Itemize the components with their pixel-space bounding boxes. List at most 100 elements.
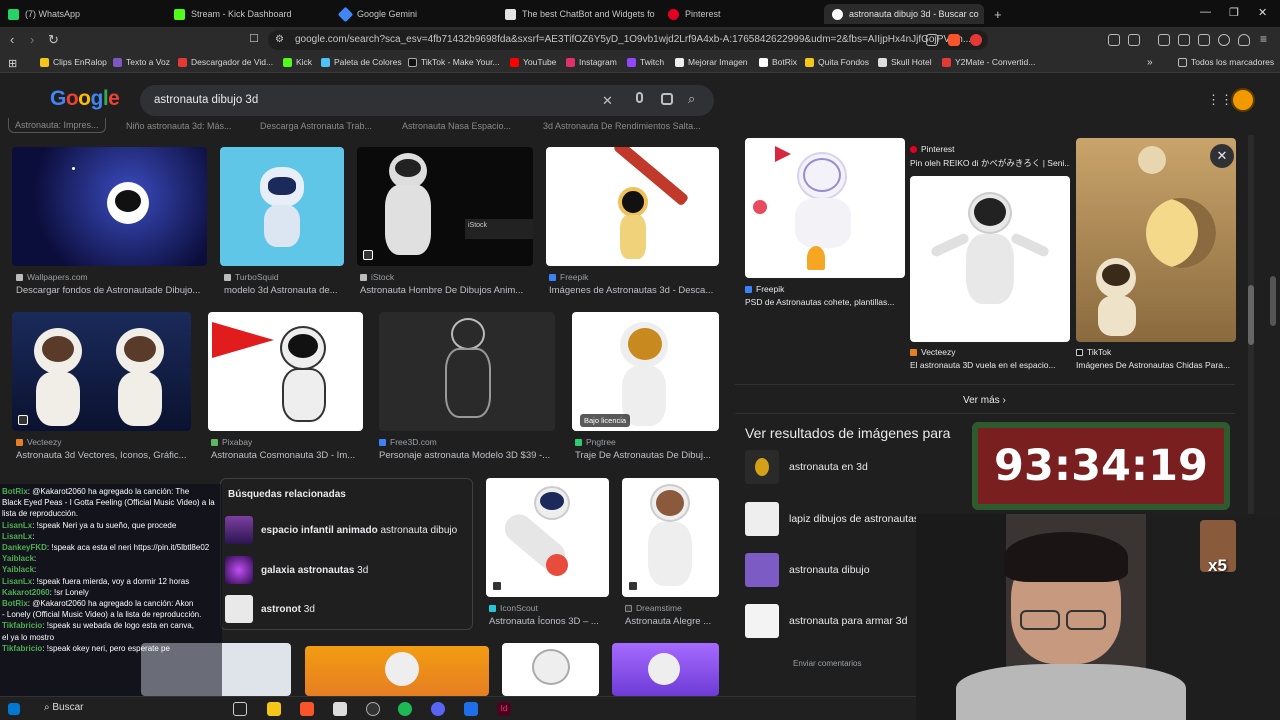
brave-shield-icon[interactable] (948, 34, 960, 46)
wallet-icon[interactable] (1198, 34, 1210, 46)
result-image[interactable] (612, 643, 719, 696)
result-title[interactable]: Imágenes de Astronautas 3d - Desca... (549, 285, 719, 296)
app-icon[interactable] (464, 702, 478, 716)
share-icon[interactable] (926, 34, 938, 46)
discord-icon[interactable] (431, 702, 445, 716)
avatar[interactable] (1231, 88, 1255, 112)
result-source[interactable]: iStock (360, 272, 394, 282)
panel-image[interactable] (745, 138, 905, 278)
suggestion-item[interactable]: astronauta para armar 3d (745, 604, 907, 638)
bookmark-item[interactable]: Twitch (627, 57, 664, 67)
close-panel-button[interactable]: ✕ (1210, 144, 1234, 168)
cut-title[interactable]: Astronauta: Impres... (8, 118, 106, 133)
panel-source[interactable]: TikTok (1076, 347, 1111, 357)
result-source[interactable]: Freepik (549, 272, 588, 282)
result-title[interactable]: Astronauta Cosmonauta 3D - Im... (211, 450, 363, 461)
clear-search-icon[interactable]: ✕ (602, 93, 613, 109)
bookmark-item[interactable]: Texto a Voz (113, 57, 170, 67)
apps-grid-icon[interactable]: ⊞ (8, 57, 17, 70)
bookmark-item[interactable]: Y2Mate - Convertid... (942, 57, 1035, 67)
panel-image[interactable] (910, 176, 1070, 342)
spotify-icon[interactable] (398, 702, 412, 716)
result-title[interactable]: Astronauta Alegre ... (625, 616, 719, 627)
bookmark-item[interactable]: YouTube (510, 57, 556, 67)
result-title[interactable]: modelo 3d Astronauta de... (224, 285, 344, 296)
panel-title[interactable]: PSD de Astronautas cohete, plantillas... (745, 297, 905, 307)
suggestion-item[interactable]: astronauta dibujo (745, 553, 870, 587)
suggestion-item[interactable]: lapiz dibujos de astronautas (745, 502, 919, 536)
result-source[interactable]: Pngtree (575, 437, 616, 447)
obs-icon[interactable] (366, 702, 380, 716)
sidebar-icon[interactable] (1178, 34, 1190, 46)
related-item[interactable]: espacio infantil animado astronauta dibu… (225, 516, 470, 544)
tab-gemini[interactable]: Google Gemini (332, 4, 492, 24)
vpn-icon[interactable] (1218, 34, 1230, 46)
result-image[interactable] (622, 478, 719, 597)
search-input[interactable]: astronauta dibujo 3d (140, 85, 714, 116)
tab-chatbot[interactable]: The best ChatBot and Widgets fo (497, 4, 657, 24)
panel-title[interactable]: Imágenes De Astronautas Chidas Para... (1076, 360, 1236, 370)
reload-icon[interactable]: ↻ (48, 32, 59, 48)
result-title[interactable]: Traje De Astronautas De Dibuj... (575, 450, 719, 461)
related-item[interactable]: galaxia astronautas 3d (225, 556, 470, 584)
screenshot-icon[interactable] (1128, 34, 1140, 46)
new-tab-button[interactable]: + (986, 4, 1006, 24)
result-image[interactable] (486, 478, 609, 597)
bookmark-icon[interactable]: ☐ (249, 32, 259, 45)
bookmark-item[interactable]: Kick (283, 57, 312, 67)
bookmark-item[interactable]: Quita Fondos (805, 57, 869, 67)
result-image[interactable]: iStock (357, 147, 533, 266)
site-info-icon[interactable]: ⚙ (275, 34, 284, 45)
license-badge[interactable]: Bajo licencia (580, 414, 631, 427)
extensions-icon[interactable] (1108, 34, 1120, 46)
tab-google-search[interactable]: astronauta dibujo 3d - Buscar co✕ (824, 4, 984, 24)
result-source[interactable]: TurboSquid (224, 272, 279, 282)
result-source[interactable]: Wallpapers.com (16, 272, 88, 282)
result-image[interactable]: Bajo licencia (572, 312, 719, 431)
panel-title[interactable]: El astronauta 3D vuela en el espacio... (910, 360, 1070, 370)
brave-rewards-icon[interactable] (970, 34, 982, 46)
result-source[interactable]: Free3D.com (379, 437, 437, 447)
tab-kick[interactable]: Stream - Kick Dashboard (166, 4, 326, 24)
bookmark-item[interactable]: Mejorar Imagen (675, 57, 748, 67)
bookmark-item[interactable]: Descargador de Vid... (178, 57, 273, 67)
forward-icon[interactable]: › (30, 32, 34, 47)
indesign-icon[interactable]: Id (497, 702, 511, 716)
back-icon[interactable]: ‹ (10, 32, 14, 47)
result-source[interactable]: Vecteezy (16, 437, 62, 447)
task-view-icon[interactable] (233, 702, 247, 716)
store-icon[interactable] (333, 702, 347, 716)
address-bar[interactable]: google.com/search?sca_esv=4fb71432b9698f… (268, 30, 988, 50)
google-logo[interactable]: Google (50, 87, 120, 111)
panel-source[interactable]: Freepik (745, 284, 784, 294)
result-image[interactable] (12, 147, 207, 266)
more-bookmarks-icon[interactable]: » (1147, 57, 1153, 68)
lens-icon[interactable] (661, 93, 673, 105)
panel-image[interactable] (1076, 138, 1236, 342)
result-title[interactable]: Personaje astronauta Modelo 3D $39 -... (379, 450, 555, 461)
menu-icon[interactable]: ≡ (1260, 32, 1267, 46)
bookmark-item[interactable]: Clips EnRalop (40, 57, 107, 67)
result-source[interactable]: Dreamstime (625, 603, 682, 613)
result-image[interactable] (220, 147, 344, 266)
bookmark-item[interactable]: Paleta de Colores (321, 57, 402, 67)
all-bookmarks-folder[interactable]: Todos los marcadores (1178, 57, 1274, 67)
result-source[interactable]: Pixabay (211, 437, 252, 447)
microphone-icon[interactable] (636, 92, 643, 103)
shield-icon[interactable] (1238, 34, 1250, 46)
tab-whatsapp[interactable]: (7) WhatsApp (0, 4, 160, 24)
minimize-icon[interactable]: — (1200, 6, 1211, 18)
result-title[interactable]: Astronauta 3d Vectores, Iconos, Gráfic..… (16, 450, 196, 461)
search-icon[interactable]: ⌕ (688, 91, 695, 107)
result-image[interactable] (12, 312, 191, 431)
ver-mas-button[interactable]: Ver más › (963, 395, 1006, 406)
result-image[interactable] (208, 312, 363, 431)
result-image[interactable] (379, 312, 555, 431)
related-item[interactable]: astronot 3d (225, 595, 470, 623)
result-title[interactable]: Astronauta Íconos 3D – ... (489, 616, 609, 627)
suggestion-item[interactable]: astronauta en 3d (745, 450, 868, 484)
bookmark-item[interactable]: Skull Hotel (878, 57, 932, 67)
panel-title[interactable]: Pin oleh REIKO di かべがみきろく | Seni... (910, 157, 1070, 169)
close-window-icon[interactable]: ✕ (1258, 6, 1267, 19)
result-source[interactable]: IconScout (489, 603, 538, 613)
